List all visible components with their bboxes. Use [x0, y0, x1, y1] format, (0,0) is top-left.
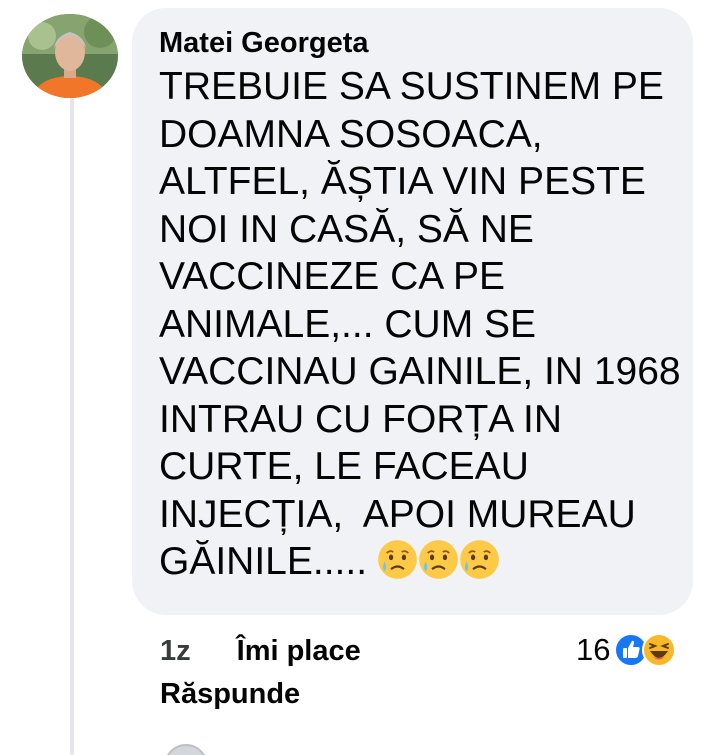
reply-button[interactable]: Răspunde: [160, 678, 300, 711]
comment-author[interactable]: Matei Georgeta: [159, 26, 671, 60]
sad-tear-face-icon: [460, 540, 499, 579]
comment-body: TREBUIE SA SUSTINEM PE DOAMNA SOSOACA, A…: [159, 65, 681, 583]
emoji-group: [378, 538, 501, 593]
avatar[interactable]: [22, 14, 118, 98]
profile-photo-icon: [22, 14, 118, 98]
reactions-summary[interactable]: 16: [576, 626, 677, 674]
comment-timestamp[interactable]: 1z: [160, 635, 191, 668]
reaction-count: 16: [576, 632, 611, 667]
comment-text: TREBUIE SA SUSTINEM PE DOAMNA SOSOACA, A…: [159, 63, 689, 593]
haha-reaction-icon: [642, 633, 677, 667]
comment-bubble: Matei Georgeta TREBUIE SA SUSTINEM PE DO…: [132, 8, 693, 615]
sad-tear-face-icon: [419, 540, 458, 579]
next-comment-avatar[interactable]: [164, 744, 208, 755]
comment-actions: 1z Îmi place: [160, 628, 361, 674]
thread-line: [70, 98, 74, 755]
like-button[interactable]: Îmi place: [237, 635, 361, 668]
sad-tear-face-icon: [378, 540, 417, 579]
